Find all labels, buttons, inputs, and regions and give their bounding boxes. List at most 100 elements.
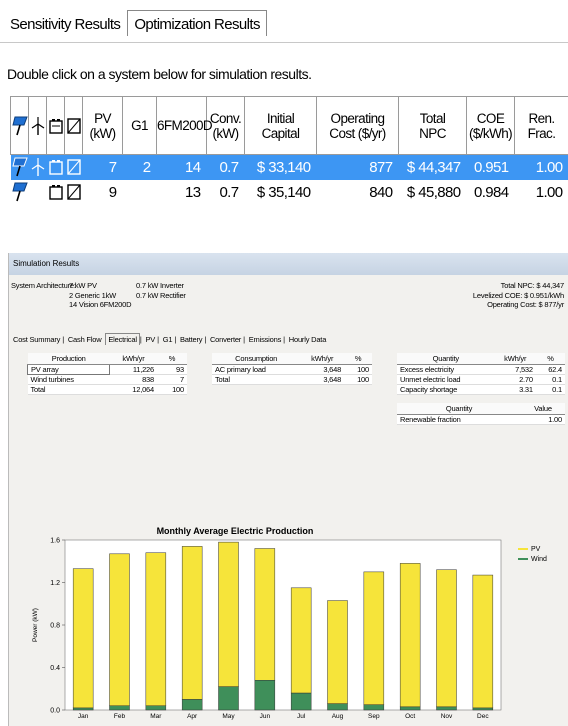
bar-wind	[254, 680, 276, 711]
results-tabs: Sensitivity Results Optimization Results	[4, 8, 267, 36]
cell-pv: 9	[82, 179, 123, 205]
tab-converter[interactable]: Converter	[208, 335, 243, 344]
cell-g1	[122, 179, 157, 205]
tab-hourly-data[interactable]: Hourly Data	[287, 335, 328, 344]
table-row[interactable]: 9 13 0.7 $ 35,140 840 $ 45,880 0.984 1.0…	[10, 179, 568, 205]
production-percent: 7	[157, 374, 187, 385]
table-row: Renewable fraction 1.00	[397, 414, 565, 425]
consumption-value: 3,648	[300, 374, 345, 385]
architecture-list-2: 0.7 kW Inverter 0.7 kW Rectifier	[136, 281, 186, 300]
quantity-table: Quantity kWh/yr% Excess electricity 7,532 6…	[397, 353, 565, 395]
tab-sensitivity-results[interactable]: Sensitivity Results	[4, 12, 126, 36]
production-value: 838	[109, 374, 157, 385]
bar-pv	[254, 548, 276, 681]
renewable-value: 1.00	[520, 414, 565, 425]
window-title-bar: Simulation Results	[9, 253, 568, 275]
bar-pv	[363, 571, 385, 705]
cell-converter: 0.7	[206, 179, 245, 205]
wind-column-icon[interactable]	[28, 96, 47, 155]
header-ren-frac[interactable]: Ren. Frac.	[514, 96, 568, 155]
tab-electrical[interactable]: Electrical	[105, 333, 140, 345]
wind-turbine-icon	[28, 154, 47, 180]
cell-coe: 0.984	[466, 179, 515, 205]
simulation-results-window: Simulation Results System Architecture: …	[8, 253, 568, 726]
bar-pv	[290, 587, 312, 694]
architecture-item: 2 Generic 1kW	[69, 290, 116, 300]
header-operating-cost[interactable]: Operating Cost ($/yr)	[316, 96, 399, 155]
instruction-text: Double click on a system below for simul…	[7, 66, 312, 82]
x-tick-label: Dec	[477, 713, 489, 720]
header-g1[interactable]: G1	[122, 96, 157, 155]
cell-total-npc: $ 45,880	[398, 179, 467, 205]
tab-cash-flow[interactable]: Cash Flow	[66, 335, 104, 344]
bar-pv	[436, 569, 457, 708]
cell-operating-cost: 840	[316, 179, 399, 205]
levelized-coe: Levelized COE: $ 0.951/kWh	[472, 290, 564, 300]
tab-optimization-results[interactable]: Optimization Results	[127, 10, 267, 36]
tab-cost-summary[interactable]: Cost Summary	[11, 335, 62, 344]
tab-g1[interactable]: G1	[161, 335, 175, 344]
header-6fm200d[interactable]: 6FM200D	[156, 96, 213, 155]
consumption-table: Consumption kWh/yr% AC primary load 3,648 1…	[212, 353, 372, 385]
header-pv[interactable]: PV (kW)	[82, 96, 123, 155]
y-tick-label: 0.0	[50, 708, 60, 715]
consumption-header: Consumption	[212, 353, 301, 365]
cell-pv: 7	[82, 154, 123, 180]
pv-column-icon[interactable]	[10, 96, 29, 155]
quantity-value: 7,532	[494, 364, 536, 375]
bar-wind	[472, 707, 494, 711]
cell-converter: 0.7	[206, 154, 245, 180]
production-name: Wind turbines	[27, 374, 110, 385]
bar-pv	[472, 574, 494, 709]
consumption-value: 3,648	[300, 364, 345, 375]
table-row[interactable]: 7 2 14 0.7 $ 33,140 877 $ 44,347 0.951 1…	[10, 154, 568, 180]
tab-emissions[interactable]: Emissions	[247, 335, 283, 344]
quantity-header: Quantity	[397, 403, 521, 415]
value-header: Value	[520, 403, 565, 415]
legend-item-pv: PV	[518, 544, 547, 554]
cell-initial-capital: $ 35,140	[244, 179, 317, 205]
cell-total-npc: $ 44,347	[398, 154, 467, 180]
bar-wind	[109, 705, 130, 711]
total-npc: Total NPC: $ 44,347	[500, 281, 565, 290]
bar-pv	[399, 563, 421, 708]
battery-column-icon[interactable]	[46, 96, 65, 155]
x-tick-label: Nov	[441, 713, 453, 720]
x-tick-label: Jan	[78, 713, 89, 720]
consumption-name: Total	[212, 374, 301, 385]
converter-column-icon[interactable]	[64, 96, 83, 155]
percent-header: %	[344, 353, 372, 365]
empty-cell	[28, 179, 47, 205]
pv-icon	[10, 154, 29, 180]
production-table: Production kWh/yr% PV array 11,226 93 Wind …	[26, 353, 187, 395]
table-margin	[0, 96, 10, 251]
table-row: PV array 11,226 93	[26, 364, 187, 375]
quantity-percent: 62.4	[535, 364, 565, 375]
header-converter[interactable]: Conv. (kW)	[206, 96, 245, 155]
cell-ren-frac: 1.00	[514, 154, 568, 180]
percent-header: %	[157, 353, 187, 365]
table-header-row: PV (kW) G1 6FM200D Conv. (kW) Initial Ca…	[10, 96, 568, 155]
converter-icon	[64, 179, 83, 205]
bar-pv	[218, 541, 239, 687]
cell-ren-frac: 1.00	[514, 179, 568, 205]
bar-wind	[218, 686, 239, 711]
production-percent: 93	[157, 364, 187, 375]
header-total-npc[interactable]: Total NPC	[398, 96, 467, 155]
tab-pv[interactable]: PV	[143, 335, 157, 344]
quantity-value: 3.31	[494, 384, 536, 395]
bar-wind	[436, 706, 457, 711]
percent-header: %	[535, 353, 565, 365]
y-tick-label: 0.8	[50, 623, 60, 630]
legend-label-pv: PV	[531, 545, 541, 553]
production-header: Production	[27, 353, 110, 365]
cell-g1: 2	[122, 154, 157, 180]
header-initial-capital[interactable]: Initial Capital	[244, 96, 317, 155]
x-tick-label: Jul	[297, 713, 306, 720]
cell-initial-capital: $ 33,140	[244, 154, 317, 180]
header-coe[interactable]: COE ($/kWh)	[466, 96, 515, 155]
tab-battery[interactable]: Battery	[178, 335, 204, 344]
production-name[interactable]: PV array	[26, 364, 111, 375]
bar-wind	[181, 699, 203, 711]
cell-coe: 0.951	[466, 154, 515, 180]
